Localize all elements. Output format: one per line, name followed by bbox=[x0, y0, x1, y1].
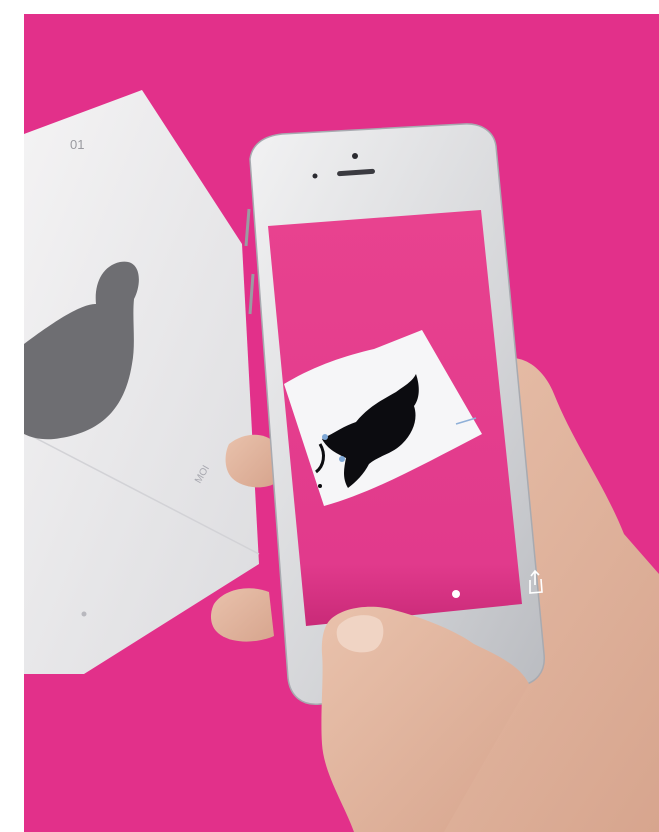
booklet-dot bbox=[81, 611, 87, 617]
ar-blue-dot bbox=[322, 434, 328, 440]
booklet-page-number: 01 bbox=[70, 137, 84, 152]
scene-illustration: 01 MOI bbox=[24, 90, 659, 832]
phone-sensor bbox=[312, 173, 318, 179]
hand-middle-finger bbox=[210, 588, 274, 642]
page-indicator-dot[interactable] bbox=[452, 590, 460, 598]
phone-front-camera bbox=[352, 153, 358, 159]
ar-blue-dot-2 bbox=[339, 456, 345, 462]
phone-volume-button-2 bbox=[248, 273, 255, 315]
photo-scene: 01 MOI bbox=[24, 14, 659, 832]
ar-dot bbox=[318, 484, 322, 488]
booklet: 01 MOI bbox=[24, 90, 260, 674]
phone-volume-button bbox=[244, 208, 251, 247]
